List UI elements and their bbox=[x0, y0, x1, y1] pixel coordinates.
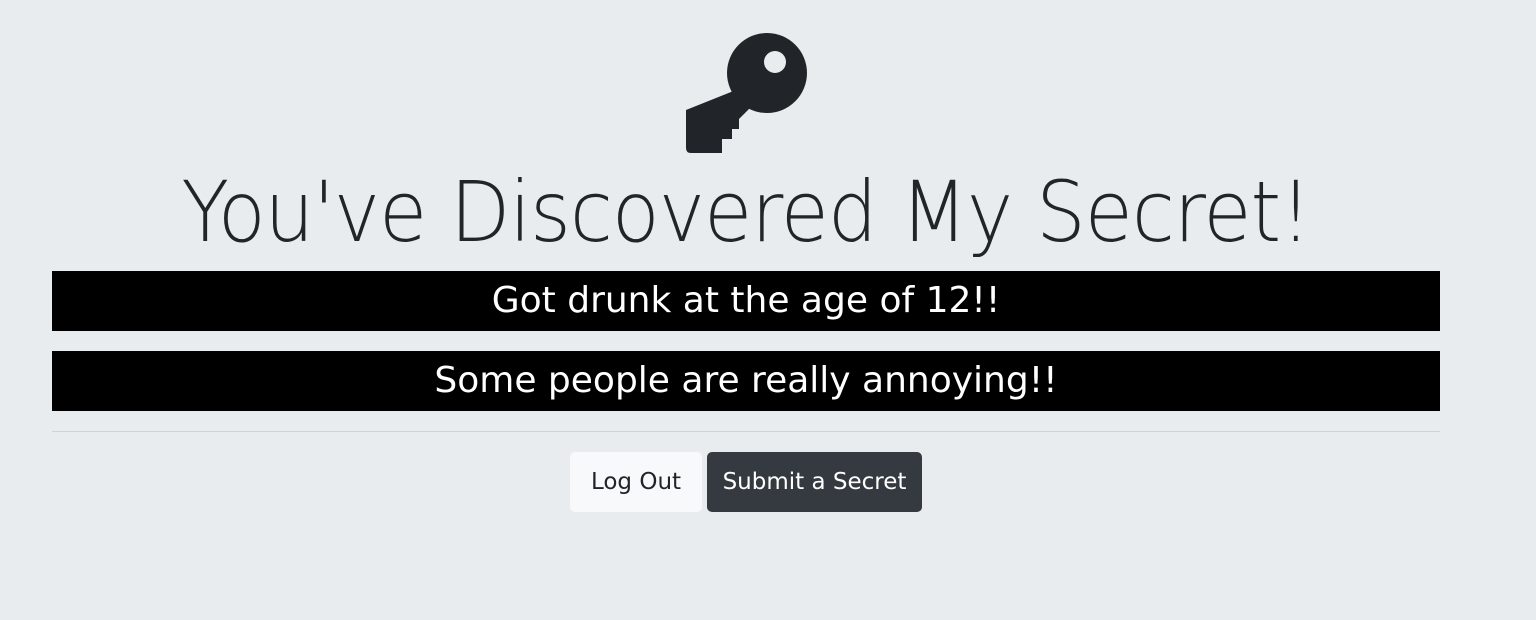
secret-item: Got drunk at the age of 12!! bbox=[52, 271, 1440, 331]
page-title: You've Discovered My Secret! bbox=[181, 163, 1311, 261]
secret-item: Some people are really annoying!! bbox=[52, 351, 1440, 411]
secrets-page: You've Discovered My Secret! Got drunk a… bbox=[0, 0, 1536, 620]
submit-secret-button[interactable]: Submit a Secret bbox=[707, 452, 922, 512]
log-out-button[interactable]: Log Out bbox=[570, 452, 702, 512]
key-icon bbox=[686, 33, 807, 153]
divider bbox=[52, 431, 1440, 432]
